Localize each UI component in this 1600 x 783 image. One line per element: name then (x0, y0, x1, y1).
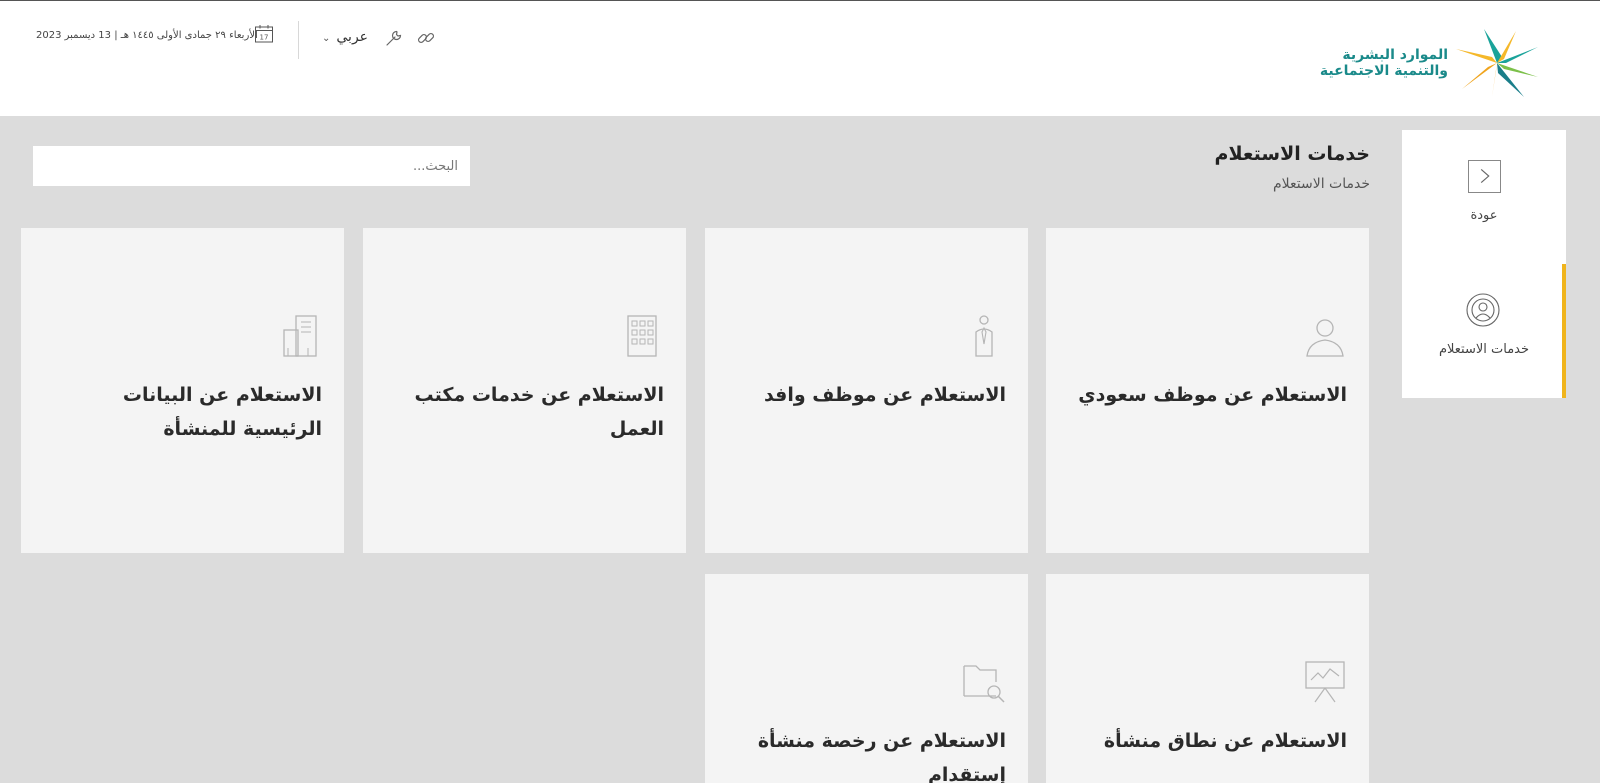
card-title: الاستعلام عن البيانات الرئيسية للمنشأة (122, 384, 322, 440)
service-card-recruitment-license[interactable]: الاستعلام عن رخصة منشأة إستقدام (705, 574, 1028, 783)
service-card-establishment-data[interactable]: الاستعلام عن البيانات الرئيسية للمنشأة (21, 228, 344, 553)
sidenav-item-label: خدمات الاستعلام (1438, 342, 1530, 357)
side-navigation: عودة خدمات الاستعلام (1402, 130, 1566, 398)
person-tie-icon (975, 315, 993, 357)
broadcast-icon (1466, 293, 1500, 327)
buildings-icon (283, 315, 317, 357)
link-icon[interactable] (416, 28, 436, 48)
service-card-saudi-employee[interactable]: الاستعلام عن موظف سعودي (1046, 228, 1369, 553)
service-card-establishment-scope[interactable]: الاستعلام عن نطاق منشأة (1046, 574, 1369, 783)
calendar-icon: 17 (255, 25, 273, 43)
card-title: الاستعلام عن خدمات مكتب العمل (414, 384, 664, 440)
building-icon (627, 315, 657, 357)
search-input[interactable] (33, 146, 470, 186)
logo-line1: الموارد البشرية (1342, 47, 1448, 63)
service-card-expat-employee[interactable]: الاستعلام عن موظف وافد (705, 228, 1028, 553)
current-date: الأربعاء ٢٩ جمادى الأولى ١٤٤٥ هـ | 13 دي… (36, 30, 258, 41)
language-label: عربي (336, 29, 369, 45)
active-indicator (1562, 264, 1566, 398)
hrsd-logo[interactable]: الموارد البشرية والتنمية الاجتماعية (1315, 27, 1540, 101)
chevron-right-icon (1468, 160, 1501, 193)
header-divider (298, 21, 299, 59)
presentation-chart-icon (1305, 661, 1345, 703)
language-selector[interactable]: ⌄ عربي (322, 29, 368, 45)
chevron-down-icon: ⌄ (322, 33, 331, 44)
sidenav-item-label: عودة (1470, 208, 1498, 223)
logo-star-icon (1456, 29, 1538, 97)
logo-text: الموارد البشرية والتنمية الاجتماعية (1320, 47, 1448, 79)
card-title: الاستعلام عن نطاق منشأة (1103, 730, 1347, 752)
sidenav-item-inquiry-services[interactable]: خدمات الاستعلام (1402, 264, 1566, 398)
card-title: الاستعلام عن رخصة منشأة إستقدام (757, 730, 1006, 783)
folder-search-icon (963, 665, 1005, 703)
wrench-icon[interactable] (384, 28, 404, 48)
card-title: الاستعلام عن موظف وافد (763, 384, 1006, 406)
calendar-day: 17 (260, 34, 269, 42)
user-icon (1306, 319, 1344, 357)
card-title: الاستعلام عن موظف سعودي (1078, 384, 1347, 406)
service-card-labor-office[interactable]: الاستعلام عن خدمات مكتب العمل (363, 228, 686, 553)
breadcrumb[interactable]: خدمات الاستعلام (1273, 176, 1370, 192)
logo-line2: والتنمية الاجتماعية (1319, 63, 1448, 79)
sidenav-item-back[interactable]: عودة (1402, 130, 1566, 264)
top-header: الموارد البشرية والتنمية الاجتماعية الأر… (0, 0, 1600, 116)
page-title: خدمات الاستعلام (1214, 143, 1370, 165)
